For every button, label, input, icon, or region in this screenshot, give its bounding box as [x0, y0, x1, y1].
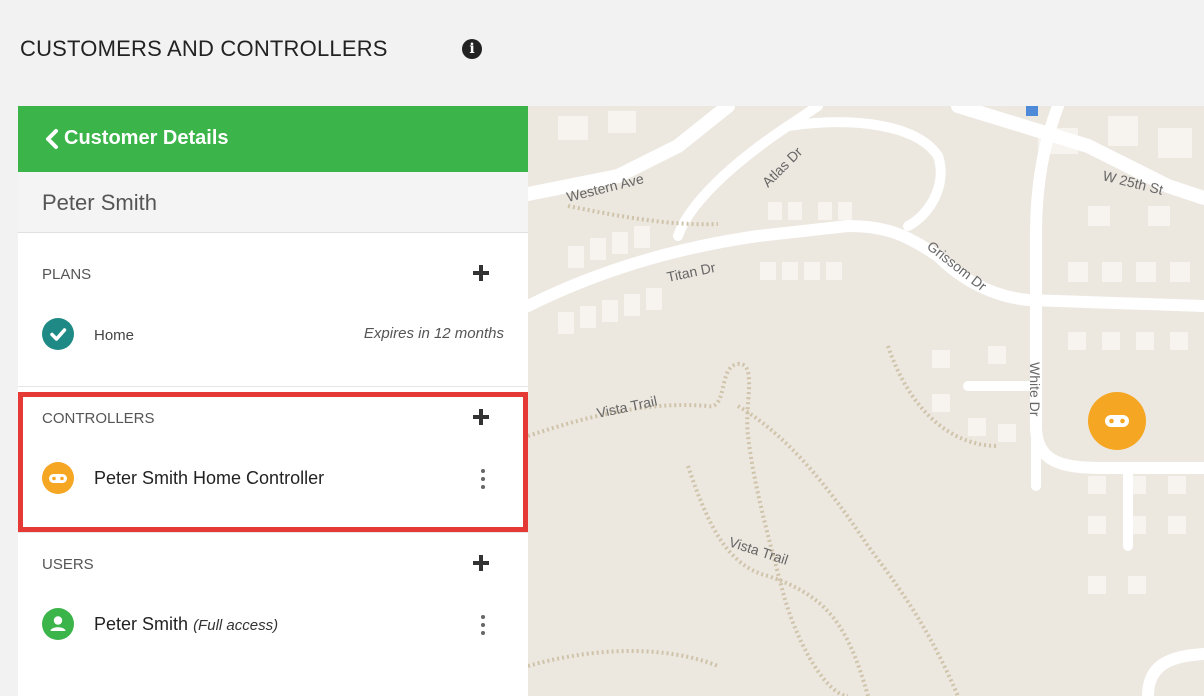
- user-more-options-icon[interactable]: [478, 613, 488, 637]
- svg-text:White Dr: White Dr: [1027, 362, 1043, 417]
- customer-name: Peter Smith: [42, 190, 157, 215]
- panel-header-label: Customer Details: [64, 127, 229, 149]
- page-header: CUSTOMERS AND CONTROLLERS i: [0, 0, 1204, 106]
- section-divider: [18, 532, 528, 533]
- user-icon: [42, 608, 74, 640]
- check-circle-icon: [42, 318, 74, 350]
- customer-name-bar: Peter Smith: [18, 172, 528, 233]
- back-to-customer-details[interactable]: Customer Details: [18, 106, 528, 172]
- add-plan-button[interactable]: [472, 264, 490, 282]
- controller-icon: [42, 462, 74, 494]
- add-user-button[interactable]: [472, 554, 490, 572]
- add-controller-button[interactable]: [472, 408, 490, 426]
- info-icon[interactable]: i: [462, 39, 482, 59]
- controller-more-options-icon[interactable]: [478, 467, 488, 491]
- controller-name: Peter Smith Home Controller: [94, 468, 325, 488]
- controller-map-marker[interactable]: [1088, 392, 1146, 450]
- user-name: Peter Smith: [94, 614, 189, 634]
- plan-name: Home: [94, 327, 135, 344]
- section-divider: [18, 386, 528, 387]
- page-title: CUSTOMERS AND CONTROLLERS: [20, 36, 388, 61]
- users-section-label: USERS: [42, 556, 94, 573]
- customer-panel: Customer Details Peter Smith PLANS Home …: [18, 106, 528, 696]
- user-entry: Peter Smith (Full access): [94, 614, 278, 635]
- map-poi-marker[interactable]: [1026, 106, 1038, 116]
- controller-icon: [1105, 415, 1129, 427]
- plans-section-label: PLANS: [42, 266, 92, 283]
- user-access-level: (Full access): [193, 617, 279, 634]
- plan-expiry: Expires in 12 months: [363, 325, 504, 342]
- controllers-section-label: CONTROLLERS: [42, 410, 155, 427]
- map-view[interactable]: Western Ave Atlas Dr Titan Dr Grissom Dr…: [528, 106, 1204, 696]
- chevron-left-icon: [46, 129, 58, 149]
